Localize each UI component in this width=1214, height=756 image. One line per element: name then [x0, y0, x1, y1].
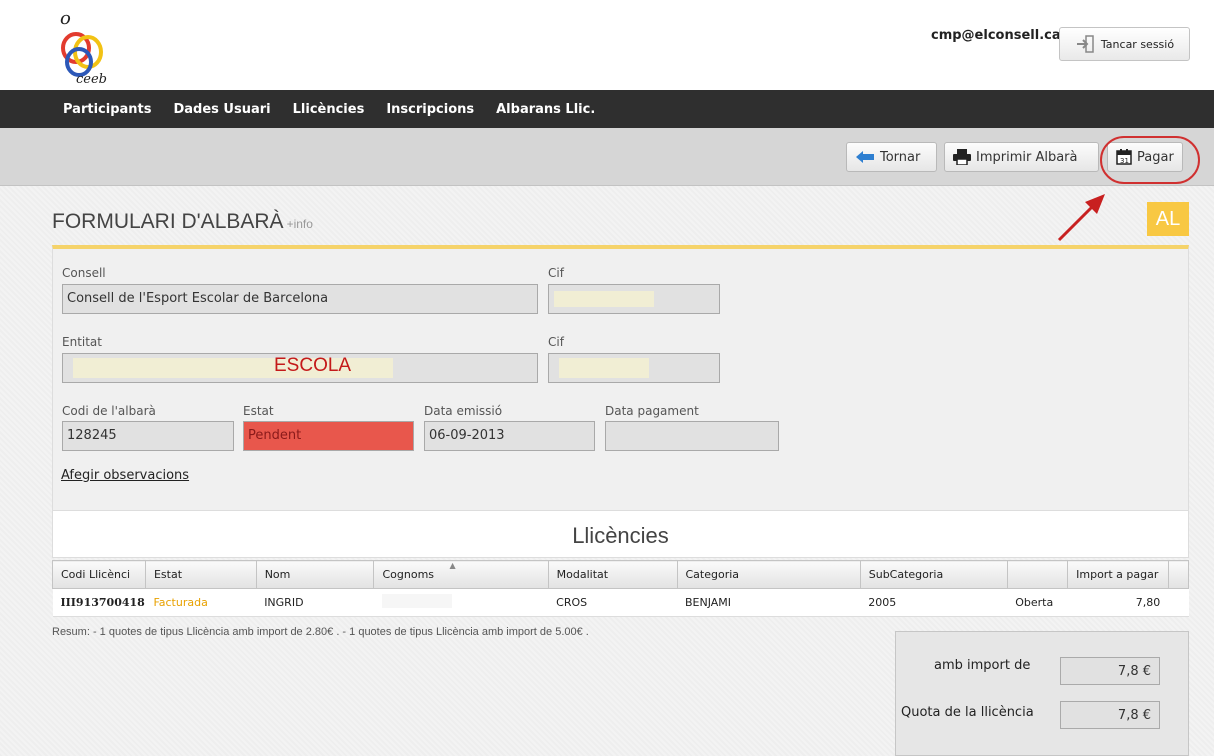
cell-subcategoria: 2005	[860, 588, 1008, 617]
nav-item-participants[interactable]: Participants	[63, 102, 151, 117]
col-subcategoria[interactable]: SubCategoria	[859, 560, 1008, 589]
cell-categoria: BENJAMI	[677, 588, 861, 617]
logout-label: Tancar sessió	[1100, 37, 1175, 51]
add-observations-link[interactable]: Afegir observacions	[61, 468, 189, 483]
entitat-value: ESCOLA	[274, 355, 352, 376]
cell-nom: INGRID	[256, 588, 374, 617]
albara-form: Consell Consell de l'Esport Escolar de B…	[52, 245, 1189, 510]
user-email: cmp@elconsell.cat	[931, 28, 1067, 43]
col-estat[interactable]: Estat	[144, 560, 257, 589]
amb-import-label: amb import de	[934, 658, 1031, 673]
col-codi[interactable]: Codi Llicènci	[52, 560, 146, 589]
svg-text:ceeb: ceeb	[76, 72, 107, 86]
consell-cif-label: Cif	[548, 266, 564, 280]
data-emissio-label: Data emissió	[424, 404, 503, 418]
table-row[interactable]: III913700418 Facturada INGRID CROS BENJA…	[52, 588, 1189, 617]
col-cognoms-label: Cognoms	[382, 568, 435, 581]
licences-title: Llicències	[572, 523, 669, 548]
pay-highlight-circle	[1100, 136, 1200, 184]
header: o ceeb cmp@elconsell.cat Tancar sessió	[0, 0, 1214, 90]
col-spacer	[1167, 560, 1190, 589]
licences-header-panel: Llicències	[52, 510, 1189, 558]
back-label: Tornar	[880, 149, 921, 165]
action-toolbar: Tornar Imprimir Albarà 31 Pagar	[0, 128, 1214, 186]
redacted-blur	[554, 291, 654, 307]
entitat-cif-label: Cif	[548, 335, 564, 349]
redacted-blur	[381, 594, 452, 608]
cell-modalitat: CROS	[548, 588, 677, 617]
cell-tipus: Oberta	[1007, 588, 1068, 617]
estat-label: Estat	[243, 404, 274, 418]
consell-field[interactable]: Consell de l'Esport Escolar de Barcelona	[62, 284, 538, 314]
info-link[interactable]: +info	[287, 217, 313, 231]
codi-field[interactable]: 128245	[62, 421, 234, 451]
col-categoria[interactable]: Categoria	[676, 560, 861, 589]
quota-label: Quota de la llicència	[901, 705, 1034, 720]
consell-label: Consell	[62, 266, 106, 280]
entitat-label: Entitat	[62, 335, 102, 349]
col-import[interactable]: Import a pagar	[1067, 560, 1169, 589]
printer-icon	[953, 149, 971, 165]
cell-import: 7,80	[1067, 588, 1169, 617]
licences-table: Codi Llicènci Estat Nom Cognoms ▲ Modalit…	[52, 560, 1190, 617]
codi-label: Codi de l'albarà	[62, 404, 156, 418]
col-cognoms[interactable]: Cognoms ▲	[373, 560, 549, 589]
main-nav: Participants Dades Usuari Llicències Ins…	[0, 90, 1214, 128]
cell-codi: III913700418	[52, 588, 146, 617]
col-nom[interactable]: Nom	[255, 560, 375, 589]
consell-cif-field[interactable]	[548, 284, 720, 314]
col-modalitat[interactable]: Modalitat	[547, 560, 678, 589]
amb-import-value: 7,8 €	[1060, 657, 1160, 685]
nav-item-inscripcions[interactable]: Inscripcions	[386, 102, 474, 117]
al-badge: AL	[1147, 202, 1189, 236]
licences-summary: Resum: - 1 quotes de tipus Llicència amb…	[52, 626, 589, 638]
cell-estat: Facturada	[145, 588, 257, 617]
nav-item-dades-usuari[interactable]: Dades Usuari	[173, 102, 270, 117]
logout-icon	[1076, 35, 1094, 53]
data-pagament-field[interactable]	[605, 421, 779, 451]
cell-spacer	[1168, 588, 1189, 617]
quota-value: 7,8 €	[1060, 701, 1160, 729]
redacted-blur	[559, 358, 649, 378]
logout-button[interactable]: Tancar sessió	[1059, 27, 1190, 61]
nav-item-llicencies[interactable]: Llicències	[293, 102, 365, 117]
totals-panel: amb import de 7,8 € Quota de la llicènci…	[895, 631, 1189, 756]
page-title: FORMULARI D'ALBARÀ +info	[52, 210, 313, 234]
annotation-arrow-icon	[1057, 194, 1105, 242]
col-tipus[interactable]	[1006, 560, 1069, 589]
data-pagament-label: Data pagament	[605, 404, 699, 418]
nav-item-albarans[interactable]: Albarans Llic.	[496, 102, 595, 117]
print-label: Imprimir Albarà	[976, 149, 1078, 165]
print-button[interactable]: Imprimir Albarà	[944, 142, 1099, 172]
ceeb-logo: o ceeb	[60, 8, 107, 86]
page-title-text: FORMULARI D'ALBARÀ	[52, 210, 284, 233]
cell-cognoms	[373, 588, 549, 617]
entitat-cif-field[interactable]	[548, 353, 720, 383]
back-button[interactable]: Tornar	[846, 142, 937, 172]
estat-field[interactable]: Pendent	[243, 421, 414, 451]
sort-arrow-icon: ▲	[449, 561, 456, 570]
table-header-row: Codi Llicènci Estat Nom Cognoms ▲ Modalit…	[52, 560, 1190, 589]
data-emissio-field[interactable]: 06-09-2013	[424, 421, 595, 451]
svg-text:o: o	[60, 8, 71, 29]
arrow-left-icon	[856, 151, 874, 163]
